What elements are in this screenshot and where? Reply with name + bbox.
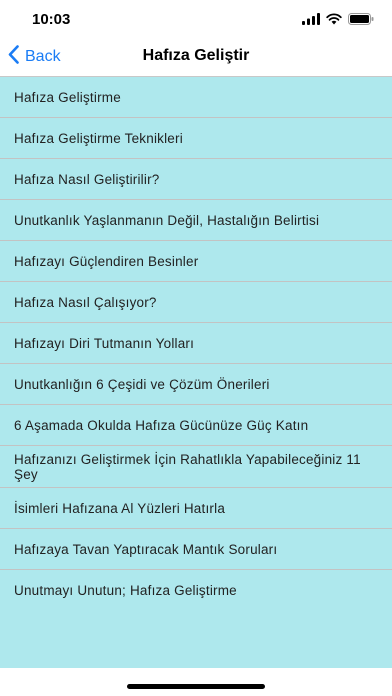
list-item[interactable]: İsimleri Hafızana Al Yüzleri Hatırla (0, 488, 392, 529)
status-time: 10:03 (32, 11, 71, 28)
wifi-icon (326, 12, 342, 30)
list-item[interactable]: Hafızayı Diri Tutmanın Yolları (0, 323, 392, 364)
navigation-bar: Back Hafıza Geliştir (0, 36, 392, 77)
home-indicator[interactable] (127, 684, 265, 689)
signal-icon (302, 12, 320, 30)
list-item[interactable]: Unutmayı Unutun; Hafıza Geliştirme (0, 570, 392, 611)
list-item[interactable]: Hafıza Geliştirme Teknikleri (0, 118, 392, 159)
list-item[interactable]: Unutkanlık Yaşlanmanın Değil, Hastalığın… (0, 200, 392, 241)
list-item[interactable]: Hafızanızı Geliştirmek İçin Rahatlıkla Y… (0, 446, 392, 488)
home-area (0, 668, 392, 696)
list-item[interactable]: 6 Aşamada Okulda Hafıza Gücünüze Güç Kat… (0, 405, 392, 446)
list-item[interactable]: Hafızayı Güçlendiren Besinler (0, 241, 392, 282)
status-bar: 10:03 (0, 0, 392, 36)
list-item[interactable]: Hafıza Geliştirme (0, 77, 392, 118)
page-title: Hafıza Geliştir (142, 47, 250, 64)
list-item[interactable]: Unutkanlığın 6 Çeşidi ve Çözüm Önerileri (0, 364, 392, 405)
list-item[interactable]: Hafızaya Tavan Yaptıracak Mantık Sorular… (0, 529, 392, 570)
status-icons (302, 12, 374, 30)
list-item[interactable]: Hafıza Nasıl Çalışıyor? (0, 282, 392, 323)
list-item[interactable]: Hafıza Nasıl Geliştirilir? (0, 159, 392, 200)
battery-icon (348, 12, 374, 30)
topic-list: Hafıza Geliştirme Hafıza Geliştirme Tekn… (0, 77, 392, 668)
